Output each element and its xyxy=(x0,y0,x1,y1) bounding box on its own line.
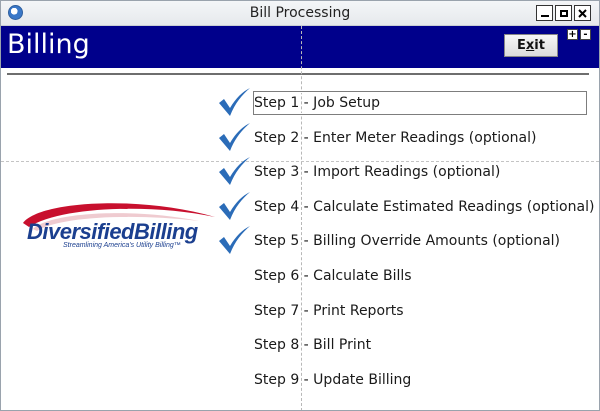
step-2-checkmark-icon xyxy=(219,123,250,151)
billing-header: Billing Ex it + - xyxy=(1,26,599,68)
minimize-icon xyxy=(540,15,549,17)
exit-label-mnemonic: x xyxy=(525,38,535,53)
step-3-label: Step 3 - Import Readings (optional) xyxy=(254,164,501,180)
step-6-item[interactable]: Step 6 - Calculate Bills xyxy=(254,264,412,288)
step-2-item[interactable]: Step 2 - Enter Meter Readings (optional) xyxy=(254,126,536,150)
step-9-item[interactable]: Step 9 - Update Billing xyxy=(254,368,411,392)
zoom-controls: + - xyxy=(567,29,591,40)
step-8-label: Step 8 - Bill Print xyxy=(254,337,372,353)
step-5-label: Step 5 - Billing Override Amounts (optio… xyxy=(254,233,561,249)
step-7-label: Step 7 - Print Reports xyxy=(254,303,404,319)
step-3-item[interactable]: Step 3 - Import Readings (optional) xyxy=(254,160,500,184)
step-7-item[interactable]: Step 7 - Print Reports xyxy=(254,299,404,323)
maximize-button[interactable] xyxy=(555,5,572,21)
step-6-label: Step 6 - Calculate Bills xyxy=(254,268,412,284)
exit-label-rest: it xyxy=(534,38,545,53)
step-1-label: Step 1 - Job Setup xyxy=(254,95,380,111)
zoom-in-button[interactable]: + xyxy=(567,29,578,40)
step-1-checkmark-icon xyxy=(219,88,250,116)
bill-processing-window: Bill Processing Billing Ex it + - Divers… xyxy=(0,0,600,411)
exit-button[interactable]: Ex it xyxy=(504,34,558,57)
step-2-label: Step 2 - Enter Meter Readings (optional) xyxy=(254,130,537,146)
step-8-item[interactable]: Step 8 - Bill Print xyxy=(254,333,371,357)
zoom-out-button[interactable]: - xyxy=(580,29,591,40)
maximize-icon xyxy=(559,9,568,17)
logo-name-part2: Billing xyxy=(134,219,198,244)
title-bar[interactable]: Bill Processing xyxy=(1,1,599,26)
exit-label-first: E xyxy=(517,38,526,53)
step-1-item[interactable]: Step 1 - Job Setup xyxy=(253,91,587,115)
logo-name-part1: Diversified xyxy=(27,219,135,244)
step-5-checkmark-icon xyxy=(219,226,250,254)
page-title: Billing xyxy=(7,29,90,60)
logo-tagline: Streamlining America's Utility Billing™ xyxy=(63,242,181,249)
step-9-label: Step 9 - Update Billing xyxy=(254,372,412,388)
minimize-button[interactable] xyxy=(536,5,553,21)
step-4-label: Step 4 - Calculate Estimated Readings (o… xyxy=(254,199,595,215)
step-3-checkmark-icon xyxy=(219,157,250,185)
window-title: Bill Processing xyxy=(249,5,351,21)
close-icon xyxy=(578,8,587,18)
step-5-item[interactable]: Step 5 - Billing Override Amounts (optio… xyxy=(254,229,560,253)
close-button[interactable] xyxy=(574,5,591,21)
window-controls xyxy=(536,5,591,21)
header-divider xyxy=(7,73,589,75)
step-4-item[interactable]: Step 4 - Calculate Estimated Readings (o… xyxy=(254,195,594,219)
step-4-checkmark-icon xyxy=(219,192,250,220)
